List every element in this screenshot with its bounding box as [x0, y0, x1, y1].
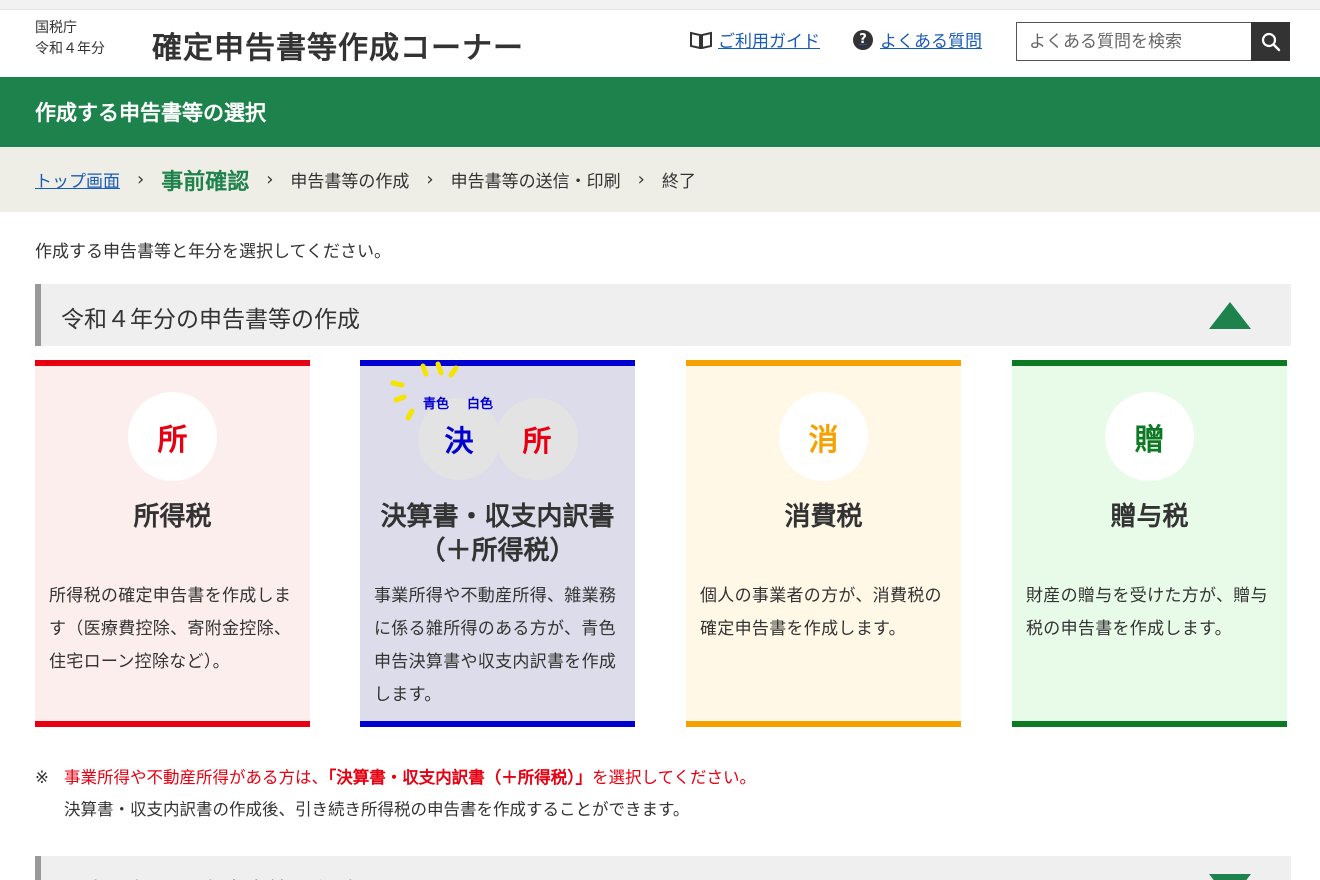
- faq-link[interactable]: ? よくある質問: [853, 27, 982, 52]
- site-header: 国税庁 令和４年分 確定申告書等作成コーナー ご利用ガイド ? よくある質問: [0, 10, 1320, 77]
- breadcrumb-separator: ›: [266, 169, 274, 190]
- book-icon: [690, 31, 712, 49]
- section-title: 過去の年分の申告書等の作成: [61, 872, 360, 880]
- income-tax-icon: 所: [128, 392, 217, 481]
- faq-label: よくある質問: [880, 32, 982, 52]
- instruction-text: 作成する申告書等と年分を選択してください。: [35, 242, 391, 262]
- faq-search: [1016, 22, 1290, 61]
- card-title: 贈与税: [1110, 502, 1189, 532]
- blue-return-label: 青色: [423, 397, 450, 412]
- note-line-1: ※ 事業所得や不動産所得がある方は、「決算書・収支内訳書（＋所得税）」を選択してく…: [35, 762, 756, 794]
- breadcrumb-top[interactable]: トップ画面: [35, 167, 120, 192]
- triangle-up-icon[interactable]: [1209, 302, 1251, 329]
- site-title: 確定申告書等作成コーナー: [152, 31, 524, 66]
- user-guide-link[interactable]: ご利用ガイド: [690, 27, 820, 52]
- card-gift-tax[interactable]: 贈 贈与税 財産の贈与を受けた方が、贈与税の申告書を作成します。: [1012, 360, 1287, 727]
- card-title-line1: 決算書・収支内訳書: [380, 502, 615, 532]
- breadcrumb-current-step: 事前確認: [161, 169, 250, 195]
- card-description: 財産の贈与を受けた方が、贈与税の申告書を作成します。: [1026, 586, 1268, 639]
- card-consumption-tax[interactable]: 消 消費税 個人の事業者の方が、消費税の確定申告書を作成します。: [686, 360, 961, 727]
- faq-search-input[interactable]: [1016, 22, 1251, 61]
- selection-note: ※ 事業所得や不動産所得がある方は、「決算書・収支内訳書（＋所得税）」を選択してく…: [35, 762, 756, 826]
- triangle-down-icon[interactable]: [1209, 874, 1251, 880]
- card-title-line2: （＋所得税）: [419, 536, 576, 566]
- breadcrumb-step-send: 申告書等の送信・印刷: [450, 172, 621, 192]
- card-description: 個人の事業者の方が、消費税の確定申告書を作成します。: [700, 586, 942, 639]
- section-title: 令和４年分の申告書等の作成: [61, 307, 360, 333]
- card-title: 所得税: [133, 502, 212, 532]
- breadcrumb-separator: ›: [637, 169, 645, 190]
- section-current-year[interactable]: 令和４年分の申告書等の作成: [35, 284, 1291, 346]
- user-guide-label: ご利用ガイド: [718, 32, 820, 52]
- breadcrumb-step-finish: 終了: [661, 172, 696, 192]
- note-line-2: 決算書・収支内訳書の作成後、引き続き所得税の申告書を作成することができます。: [64, 800, 690, 819]
- section-past-years[interactable]: 過去の年分の申告書等の作成: [35, 856, 1291, 880]
- card-description: 事業所得や不動産所得、雑業務に係る雑所得のある方が、青色申告決算書や収支内訳書を…: [374, 586, 617, 705]
- page-heading-bar: 作成する申告書等の選択: [0, 77, 1320, 147]
- card-description: 所得税の確定申告書を作成します（医療費控除、寄附金控除、住宅ローン控除など）。: [49, 586, 292, 672]
- note-mark: ※: [35, 768, 49, 787]
- white-return-icon: 所: [496, 398, 578, 480]
- gift-tax-icon: 贈: [1105, 392, 1194, 481]
- question-circle-icon: ?: [853, 29, 873, 50]
- note-warning-tail: を選択してください。: [592, 768, 757, 787]
- browser-top-strip: [0, 0, 1320, 10]
- note-emphasis: 「決算書・収支内訳書（＋所得税）」: [328, 768, 592, 787]
- breadcrumb: トップ画面 › 事前確認 › 申告書等の作成 › 申告書等の送信・印刷 › 終了: [0, 147, 1320, 212]
- agency-name: 国税庁: [35, 20, 77, 36]
- breadcrumb-step-create: 申告書等の作成: [290, 172, 410, 192]
- card-title: 消費税: [784, 502, 863, 532]
- tax-year-label: 令和４年分: [35, 41, 105, 57]
- magnifier-icon: [1261, 32, 1280, 51]
- breadcrumb-separator: ›: [137, 169, 145, 190]
- white-return-label: 白色: [467, 397, 494, 412]
- consumption-tax-icon: 消: [779, 392, 868, 481]
- search-button[interactable]: [1251, 22, 1290, 61]
- page-title: 作成する申告書等の選択: [35, 101, 266, 125]
- card-title: 決算書・収支内訳書 （＋所得税）: [360, 500, 635, 568]
- card-income-tax[interactable]: 所 所得税 所得税の確定申告書を作成します（医療費控除、寄附金控除、住宅ローン控…: [35, 360, 310, 727]
- note-warning: 事業所得や不動産所得がある方は、: [64, 768, 328, 787]
- card-financial-statements[interactable]: 決 所 青色 白色 決算書・収支内訳書 （＋所得税） 事業所得や不動産所得、雑業…: [360, 360, 635, 727]
- agency-block: 国税庁 令和４年分: [35, 18, 105, 60]
- breadcrumb-separator: ›: [426, 169, 434, 190]
